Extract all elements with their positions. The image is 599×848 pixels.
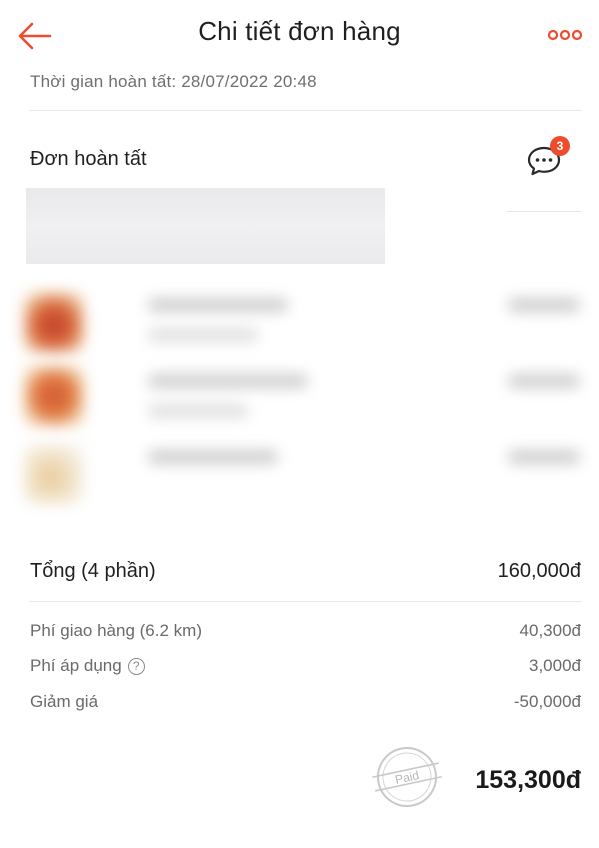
item-thumbnail xyxy=(24,366,84,426)
discount-text: Giảm giá xyxy=(30,692,99,711)
page-title: Chi tiết đơn hàng xyxy=(198,16,401,46)
service-fee-text: Phí áp dụng xyxy=(30,656,122,675)
header: Chi tiết đơn hàng xyxy=(0,0,599,70)
question-circle-icon[interactable]: ? xyxy=(127,657,145,675)
chat-button[interactable]: 3 xyxy=(526,136,570,182)
delivery-fee-value: 40,300đ xyxy=(519,621,581,640)
blurred-text xyxy=(148,328,258,342)
more-horizontal-icon xyxy=(547,29,583,41)
total-value: 160,000đ xyxy=(497,560,581,582)
blurred-text xyxy=(148,450,278,464)
service-fee-label: Phí áp dụng ? xyxy=(30,656,145,676)
paid-stamp-text: Paid xyxy=(394,768,420,787)
more-button[interactable] xyxy=(545,24,585,46)
completed-time: Thời gian hoàn tất: 28/07/2022 20:48 xyxy=(30,72,317,91)
blurred-text xyxy=(508,450,580,464)
blurred-text xyxy=(148,404,248,418)
blurred-text xyxy=(148,298,288,312)
discount-label: Giảm giá xyxy=(30,692,98,712)
item-thumbnail xyxy=(24,292,84,352)
delivery-fee-text: Phí giao hàng (6.2 km) xyxy=(30,621,202,640)
grand-total: 153,300đ xyxy=(475,766,581,794)
paid-stamp: Paid xyxy=(369,744,445,810)
total-label: Tổng (4 phần) xyxy=(30,560,156,582)
item-thumbnail xyxy=(24,444,84,504)
arrow-left-icon xyxy=(18,22,52,50)
redacted-block xyxy=(26,188,385,264)
back-button[interactable] xyxy=(14,18,54,54)
blurred-text xyxy=(508,298,580,312)
divider xyxy=(30,110,581,111)
divider xyxy=(30,601,581,602)
chat-badge: 3 xyxy=(550,136,570,156)
order-item-row xyxy=(18,292,588,362)
service-fee-value: 3,000đ xyxy=(529,656,581,675)
order-status: Đơn hoàn tất xyxy=(30,148,147,170)
divider xyxy=(506,211,582,212)
discount-value: -50,000đ xyxy=(513,692,581,711)
order-item-row xyxy=(18,366,588,436)
order-item-row xyxy=(18,444,588,514)
blurred-text xyxy=(148,374,308,388)
delivery-fee-label: Phí giao hàng (6.2 km) xyxy=(30,621,202,641)
blurred-text xyxy=(508,374,580,388)
